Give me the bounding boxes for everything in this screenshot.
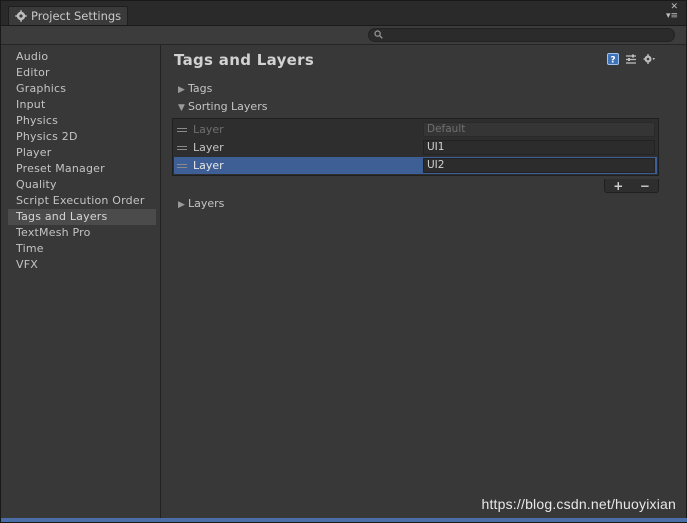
settings-toolbar <box>1 26 686 45</box>
settings-main-panel: Tags and Layers ? ▶ Tags ▼ Sorting Layer… <box>161 45 686 522</box>
layers-foldout[interactable]: ▶ Layers <box>178 196 224 212</box>
sidebar-item-tags-and-layers[interactable]: Tags and Layers <box>8 209 156 225</box>
settings-cog-icon <box>15 10 27 22</box>
project-settings-tab[interactable]: Project Settings <box>8 6 128 25</box>
sidebar-item-editor[interactable]: Editor <box>8 65 156 81</box>
project-settings-window: Project Settings ✕ ▾≡ Audio Editor Graph… <box>0 0 687 523</box>
window-controls: ✕ ▾≡ <box>658 3 678 23</box>
sidebar-item-script-execution-order[interactable]: Script Execution Order <box>8 193 156 209</box>
preset-icon[interactable] <box>625 53 637 65</box>
drag-handle-icon[interactable] <box>177 128 187 132</box>
tags-foldout-label: Tags <box>188 82 213 95</box>
search-field[interactable] <box>368 28 675 42</box>
add-sorting-layer-button[interactable]: + <box>609 180 627 192</box>
svg-text:?: ? <box>610 55 615 65</box>
drag-handle-icon[interactable] <box>177 146 187 150</box>
window-tab-strip: Project Settings ✕ ▾≡ <box>1 1 686 26</box>
sidebar-item-graphics[interactable]: Graphics <box>8 81 156 97</box>
sorting-layer-label: Layer <box>193 141 224 154</box>
sorting-layer-name-field[interactable]: UI2 <box>423 158 655 173</box>
sorting-layer-row[interactable]: Layer Default <box>174 121 657 138</box>
sorting-layer-name-field[interactable]: UI1 <box>423 140 655 155</box>
sidebar-item-audio[interactable]: Audio <box>8 49 156 65</box>
settings-sidebar: Audio Editor Graphics Input Physics Phys… <box>1 45 161 522</box>
sidebar-item-time[interactable]: Time <box>8 241 156 257</box>
sorting-layer-row-selected[interactable]: Layer UI2 <box>174 157 657 174</box>
tags-foldout[interactable]: ▶ Tags <box>178 81 212 97</box>
help-icon[interactable]: ? <box>607 53 619 65</box>
drag-handle-icon[interactable] <box>177 164 187 168</box>
sorting-layers-footer: + − <box>604 179 659 193</box>
chevron-down-icon: ▼ <box>178 103 185 113</box>
sidebar-item-textmesh-pro[interactable]: TextMesh Pro <box>8 225 156 241</box>
layers-foldout-label: Layers <box>188 197 225 210</box>
settings-gear-icon[interactable] <box>643 53 655 65</box>
sidebar-item-input[interactable]: Input <box>8 97 156 113</box>
sorting-layers-foldout-label: Sorting Layers <box>188 100 268 113</box>
sidebar-item-quality[interactable]: Quality <box>8 177 156 193</box>
sidebar-item-physics[interactable]: Physics <box>8 113 156 129</box>
sidebar-item-physics-2d[interactable]: Physics 2D <box>8 129 156 145</box>
watermark-text: https://blog.csdn.net/huoyixian <box>481 496 676 512</box>
window-bottom-edge <box>1 518 687 522</box>
sorting-layers-list: Layer Default Layer UI1 Layer UI2 <box>172 118 659 176</box>
sidebar-item-preset-manager[interactable]: Preset Manager <box>8 161 156 177</box>
sorting-layer-label: Layer <box>193 159 224 172</box>
chevron-right-icon: ▶ <box>178 200 185 210</box>
sorting-layers-foldout[interactable]: ▼ Sorting Layers <box>178 99 267 115</box>
search-input[interactable] <box>383 29 657 41</box>
chevron-right-icon: ▶ <box>178 85 185 95</box>
sorting-layer-label: Layer <box>193 123 224 136</box>
sorting-layer-name-field: Default <box>423 122 655 137</box>
remove-sorting-layer-button[interactable]: − <box>636 180 654 192</box>
sidebar-item-player[interactable]: Player <box>8 145 156 161</box>
header-icons: ? <box>607 53 655 65</box>
tab-menu-icon[interactable]: ▾≡ <box>658 12 678 21</box>
sorting-layer-row[interactable]: Layer UI1 <box>174 139 657 156</box>
tab-title: Project Settings <box>31 9 122 23</box>
sidebar-item-vfx[interactable]: VFX <box>8 257 156 273</box>
page-title: Tags and Layers <box>174 51 315 69</box>
search-icon <box>374 29 383 42</box>
